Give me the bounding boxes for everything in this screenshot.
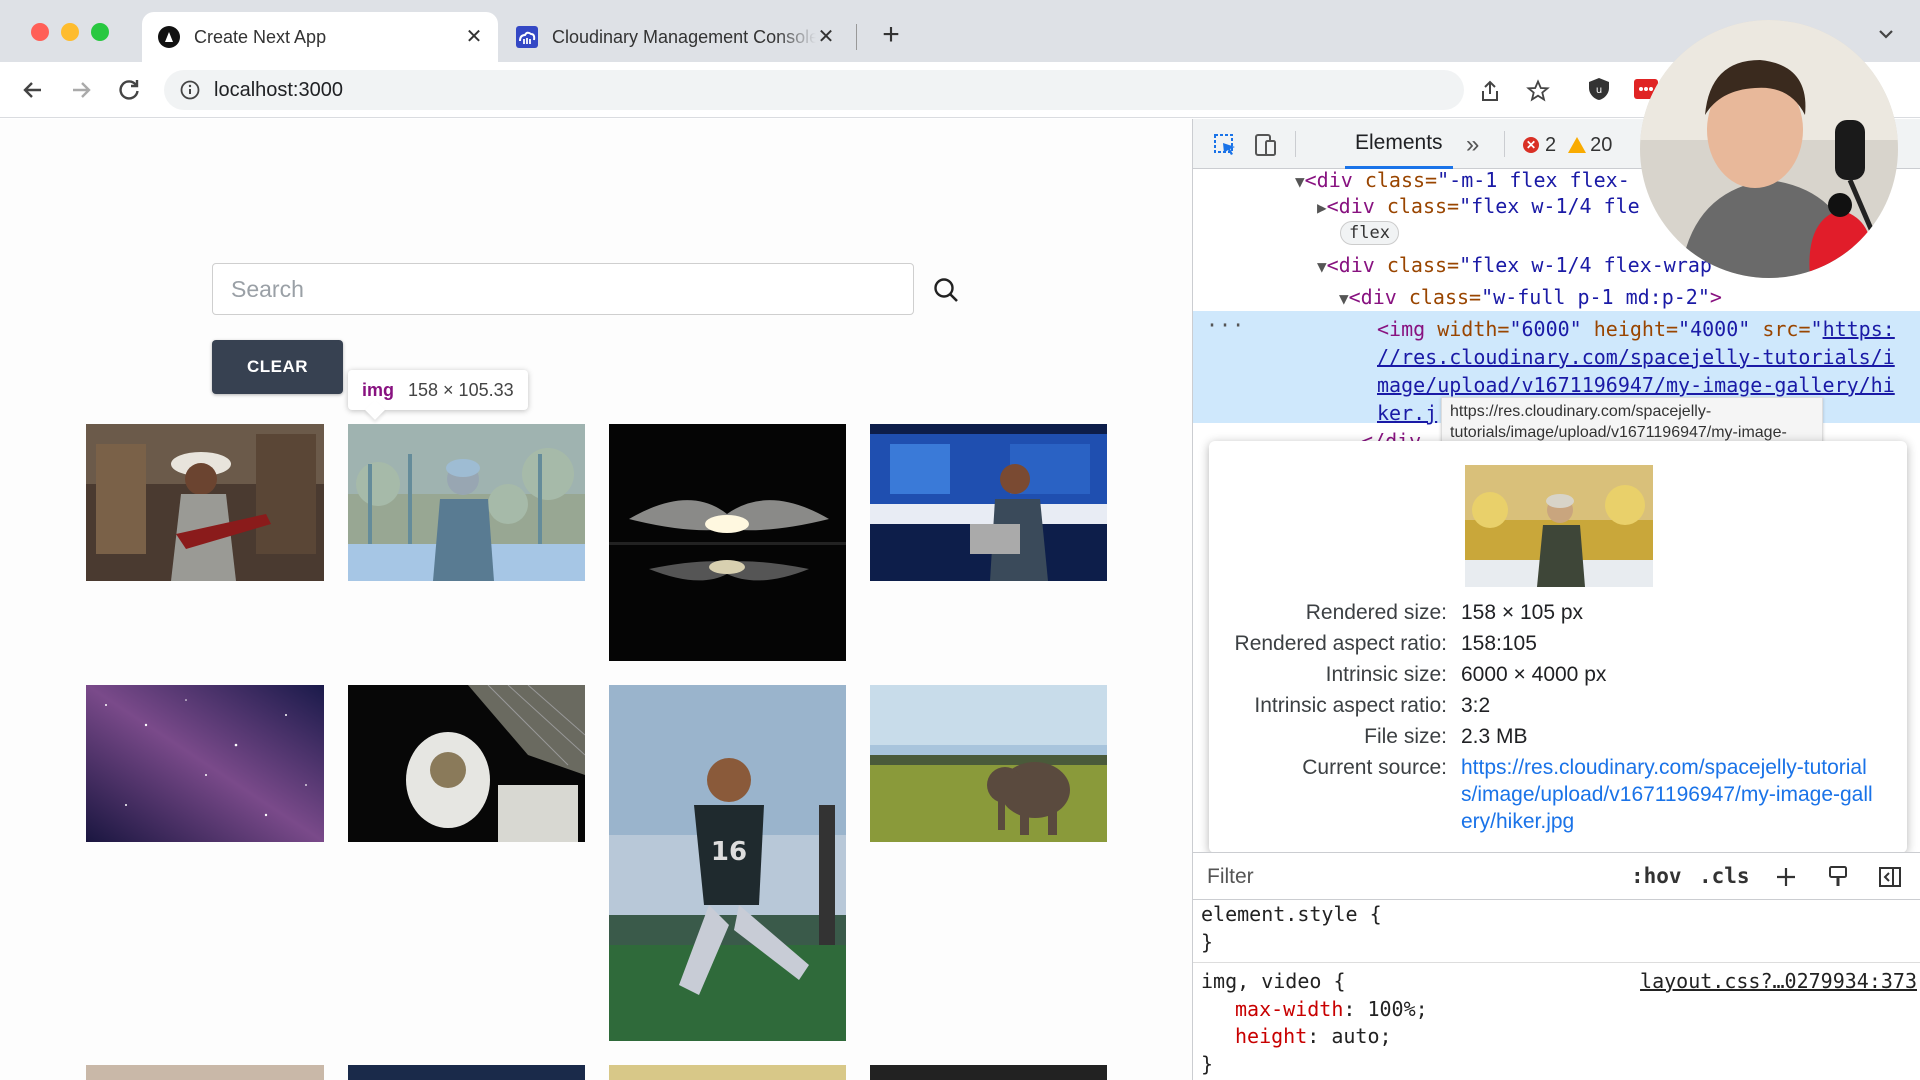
clear-button[interactable]: CLEAR [212, 340, 343, 394]
tab-create-next-app[interactable]: Create Next App ✕ [142, 12, 498, 62]
tab-title: Create Next App [194, 26, 327, 47]
gallery-image[interactable] [870, 1065, 1107, 1080]
more-tabs-icon[interactable]: » [1466, 131, 1479, 159]
dom-node[interactable]: ▶<div class="flex w-1/4 fle [1317, 193, 1640, 221]
styles-filter-bar: Filter :hov .cls [1193, 852, 1920, 900]
tooltip-dimensions: 158 × 105.33 [408, 379, 514, 400]
element-highlight-overlay [348, 424, 585, 581]
forward-arrow-icon[interactable] [67, 76, 95, 104]
device-toolbar-icon[interactable] [1251, 131, 1279, 159]
gallery-image-elephant[interactable] [870, 685, 1107, 842]
reload-icon[interactable] [115, 76, 143, 104]
img-src-link[interactable]: //res.cloudinary.com/spacejelly-tutorial… [1377, 344, 1895, 370]
svg-text:16: 16 [711, 837, 747, 867]
error-icon: ✕ [1523, 137, 1539, 153]
img-node-line[interactable]: <img width="6000" height="4000" src="htt… [1377, 316, 1895, 342]
class-toggle[interactable]: .cls [1699, 864, 1750, 888]
styles-pane: element.style { } img, video { layout.cs… [1193, 900, 1920, 1080]
svg-text:u: u [1596, 85, 1602, 96]
rule-divider [1193, 962, 1920, 963]
warning-icon [1568, 137, 1587, 153]
gallery-image-astronaut[interactable] [348, 685, 585, 842]
gallery-image[interactable] [86, 1065, 324, 1080]
chevron-down-icon[interactable] [1874, 22, 1898, 46]
new-tab-icon[interactable]: + [877, 20, 905, 50]
image-preview-thumbnail [1465, 465, 1653, 587]
styles-filter-input[interactable]: Filter [1207, 865, 1254, 889]
share-icon[interactable] [1478, 79, 1502, 103]
tooltip-tag: img [362, 379, 395, 400]
rule-close-brace: } [1201, 1052, 1214, 1076]
webcam-overlay [1640, 20, 1898, 278]
gallery-image-laptop-woman[interactable] [870, 424, 1107, 581]
warning-count: 20 [1590, 133, 1613, 156]
search-icon[interactable] [932, 276, 960, 304]
page-content: Search CLEAR img 158 × 105.33 16 [0, 119, 1192, 1080]
gallery-image[interactable] [609, 1065, 846, 1080]
toolbar-divider [1295, 131, 1296, 157]
tab-close-icon[interactable]: ✕ [816, 27, 836, 47]
toggle-sidebar-icon[interactable] [1877, 864, 1903, 890]
tab-title: Cloudinary Management Console [552, 26, 816, 47]
image-preview-popover: Rendered size: 158 × 105 px Rendered aspe… [1209, 441, 1907, 853]
new-style-rule-icon[interactable] [1773, 864, 1799, 890]
current-source-link[interactable]: https://res.cloudinary.com/spacejelly-tu… [1461, 754, 1881, 835]
element-style-selector[interactable]: element.style { [1201, 900, 1382, 928]
style-property-row[interactable]: height: auto; [1235, 1022, 1392, 1050]
paint-brush-icon[interactable] [1825, 864, 1851, 890]
rule-close-brace: } [1201, 930, 1214, 954]
element-hover-tooltip: img 158 × 105.33 [348, 370, 528, 410]
address-bar[interactable]: localhost:3000 [164, 70, 1464, 110]
dom-node[interactable]: ▼<div class="flex w-1/4 flex-wrap [1317, 252, 1712, 280]
gallery-image-soccer-player[interactable]: 16 [609, 685, 846, 1041]
gallery-image-rocket-launch[interactable] [609, 424, 846, 661]
gallery-image[interactable] [348, 1065, 585, 1080]
rule-selector[interactable]: img, video { [1201, 967, 1346, 995]
more-actions-icon[interactable]: ··· [1206, 312, 1245, 338]
maximize-window-button[interactable] [91, 23, 109, 41]
minimize-window-button[interactable] [61, 23, 79, 41]
back-arrow-icon[interactable] [19, 76, 47, 104]
toolbar-divider [1504, 131, 1505, 157]
cloudinary-favicon-icon [516, 26, 538, 48]
flex-badge[interactable]: flex [1340, 221, 1399, 245]
dom-node[interactable]: ▼<div class="w-full p-1 md:p-2"> [1339, 284, 1722, 312]
search-input[interactable]: Search [212, 263, 914, 315]
close-window-button[interactable] [31, 23, 49, 41]
browser-tab-bar: Create Next App ✕ Cloudinary Management … [0, 0, 1920, 62]
tab-close-icon[interactable]: ✕ [464, 27, 484, 47]
gallery-image-guitarist[interactable] [86, 424, 324, 581]
inspect-element-icon[interactable] [1211, 131, 1239, 159]
img-src-link[interactable]: mage/upload/v1671196947/my-image-gallery… [1377, 372, 1895, 398]
style-property-row[interactable]: max-width: 100%; [1235, 995, 1428, 1023]
hover-state-toggle[interactable]: :hov [1631, 864, 1682, 888]
tab-separator [856, 24, 857, 50]
tab-elements[interactable]: Elements [1345, 119, 1453, 169]
rule-source-link[interactable]: layout.css?…0279934:373 [1640, 967, 1917, 995]
tab-cloudinary[interactable]: Cloudinary Management Console ✕ [500, 12, 850, 62]
dom-node[interactable]: ▼<div class="-m-1 flex flex- [1295, 169, 1630, 195]
shield-extension-icon[interactable]: u [1586, 76, 1612, 102]
url-text: localhost:3000 [214, 79, 343, 101]
nextjs-favicon-icon [158, 26, 180, 48]
gallery-image-milky-way[interactable] [86, 685, 324, 842]
issue-counts[interactable]: ✕ 2 20 [1523, 131, 1612, 159]
info-icon[interactable] [180, 80, 200, 100]
error-count: 2 [1545, 133, 1557, 156]
img-src-link[interactable]: ker.j [1377, 400, 1437, 426]
browser-toolbar: localhost:3000 u [0, 62, 1920, 118]
bookmark-star-icon[interactable] [1526, 79, 1550, 103]
